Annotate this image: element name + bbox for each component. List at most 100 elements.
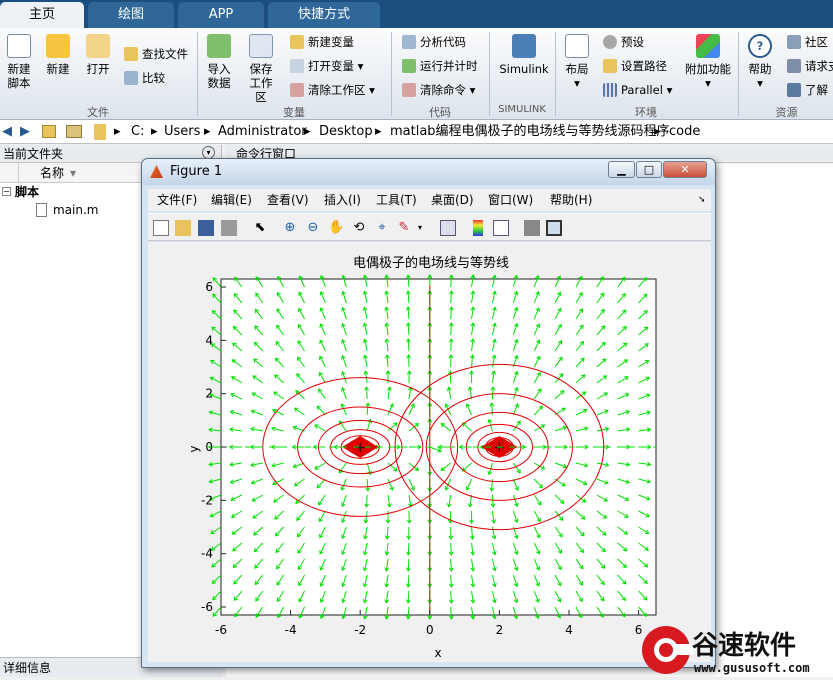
figure-title: Figure 1: [170, 164, 222, 179]
field-arrow: [212, 311, 221, 319]
legend-icon[interactable]: [493, 220, 509, 236]
show-plot-tools-icon[interactable]: [546, 220, 562, 236]
save-icon[interactable]: [198, 220, 214, 236]
layout-grid-icon: [565, 34, 589, 58]
field-arrow: [451, 339, 452, 351]
preferences-label: 预设: [621, 35, 644, 49]
minimize-button[interactable]: ▁: [608, 161, 635, 178]
save-workspace-button[interactable]: 保存 工作区: [244, 34, 278, 104]
tab-home[interactable]: 主页: [0, 2, 84, 28]
menu-window[interactable]: 窗口(W): [488, 189, 533, 211]
import-arrow-icon: [207, 34, 231, 58]
hide-plot-tools-icon[interactable]: [524, 220, 540, 236]
chevron-down-icon: ▾: [682, 76, 734, 90]
name-column-header[interactable]: 名称: [40, 163, 64, 183]
open-button[interactable]: 打开: [82, 34, 114, 76]
parallel-button[interactable]: Parallel ▾: [603, 82, 672, 98]
open-variable-button[interactable]: 打开变量 ▾: [290, 58, 363, 74]
menu-edit[interactable]: 编辑(E): [211, 189, 252, 211]
figure-window[interactable]: Figure 1 ▁ □ ✕ 文件(F) 编辑(E) 查看(V) 插入(I) 工…: [141, 158, 716, 668]
find-files-button[interactable]: 查找文件: [124, 46, 188, 62]
breadcrumb-code[interactable]: code: [669, 120, 700, 144]
figure-toolbar: ⬉ ⊕ ⊖ ✋ ⟲ ⌖ ✎ ▾: [148, 213, 711, 241]
resources-group-label: 资源: [740, 104, 833, 120]
menu-insert[interactable]: 插入(I): [324, 189, 361, 211]
figure-title-bar[interactable]: Figure 1 ▁ □ ✕: [142, 159, 715, 185]
tab-plots[interactable]: 绘图: [88, 2, 174, 28]
breadcrumb-desktop[interactable]: Desktop: [319, 120, 373, 144]
menu-tools[interactable]: 工具(T): [376, 189, 417, 211]
open-label: 打开: [82, 62, 114, 76]
chevron-down-icon: ▾: [667, 83, 673, 97]
help-button[interactable]: ? 帮助 ▾: [744, 34, 776, 90]
brush-icon[interactable]: ✎: [396, 220, 412, 236]
watermark-text: 谷速软件: [692, 631, 796, 661]
learn-button[interactable]: 了解: [787, 82, 828, 98]
new-variable-button[interactable]: 新建变量: [290, 34, 354, 50]
back-arrow-icon[interactable]: ◀: [2, 120, 12, 144]
gususoft-logo-icon: 谷速软件 www.gususoft.com: [640, 624, 833, 677]
current-folder-title: 当前文件夹: [3, 147, 63, 161]
breadcrumb-administrator[interactable]: Administrator: [218, 120, 307, 144]
chart-title: 电偶极子的电场线与等势线: [353, 255, 509, 271]
maximize-button[interactable]: □: [636, 161, 662, 178]
open-file-icon[interactable]: [175, 220, 191, 236]
up-folder-icon[interactable]: [42, 125, 56, 138]
new-button[interactable]: 新建: [42, 34, 74, 76]
breadcrumb-project-folder[interactable]: matlab编程电偶极子的电场线与等势线源码程序: [390, 120, 670, 144]
sort-arrow-icon: ▾: [70, 163, 76, 183]
y-axis-label: y: [187, 445, 201, 452]
dock-arrow-icon[interactable]: ➘: [698, 189, 706, 211]
rotate-3d-icon[interactable]: ⟲: [351, 220, 367, 236]
close-button[interactable]: ✕: [663, 161, 707, 178]
zoom-in-icon[interactable]: ⊕: [282, 220, 298, 236]
data-cursor-icon[interactable]: ⌖: [374, 220, 390, 236]
analyze-code-button[interactable]: 分析代码: [402, 34, 466, 50]
community-button[interactable]: 社区: [787, 34, 828, 50]
preferences-button[interactable]: 预设: [603, 34, 644, 50]
menu-file[interactable]: 文件(F): [157, 189, 197, 211]
set-path-button[interactable]: 设置路径: [603, 58, 667, 74]
new-script-button[interactable]: 新建 脚本: [4, 34, 34, 90]
layout-button[interactable]: 布局 ▾: [562, 34, 592, 90]
browse-folder-icon[interactable]: [66, 125, 82, 138]
print-icon[interactable]: [221, 220, 237, 236]
folder-icon: [94, 124, 106, 140]
menu-desktop[interactable]: 桌面(D): [431, 189, 474, 211]
pan-hand-icon[interactable]: ✋: [328, 220, 344, 236]
simulink-button[interactable]: Simulink: [496, 34, 552, 76]
chevron-down-icon[interactable]: ▾: [412, 220, 428, 236]
addons-button[interactable]: 附加功能 ▾: [682, 34, 734, 90]
plot-svg[interactable]: 电偶极子的电场线与等势线 x y ++-6-4-202466420-2-4-6: [148, 242, 711, 662]
learn-label: 了解: [805, 83, 828, 97]
link-plot-icon[interactable]: [440, 220, 456, 236]
compare-button[interactable]: 比较: [124, 70, 165, 86]
group-divider: [738, 32, 739, 116]
breadcrumb-c[interactable]: C:: [131, 120, 144, 144]
clear-commands-button[interactable]: 清除命令 ▾: [402, 82, 475, 98]
new-figure-icon[interactable]: [153, 220, 169, 236]
breadcrumb-users[interactable]: Users: [164, 120, 200, 144]
run-and-time-button[interactable]: 运行并计时: [402, 58, 478, 74]
zoom-out-icon[interactable]: ⊖: [305, 220, 321, 236]
menu-view[interactable]: 查看(V): [267, 189, 309, 211]
tab-apps[interactable]: APP: [178, 2, 264, 28]
simulink-group-label: SIMULINK: [490, 104, 554, 115]
request-support-button[interactable]: 请求支: [787, 58, 833, 74]
collapse-icon[interactable]: −: [2, 187, 11, 196]
pointer-icon[interactable]: ⬉: [252, 220, 268, 236]
field-arrow: [212, 575, 221, 583]
forward-arrow-icon[interactable]: ▶: [20, 120, 30, 144]
gear-icon: [603, 35, 617, 49]
column-divider: [18, 163, 19, 183]
import-data-button[interactable]: 导入 数据: [204, 34, 234, 90]
field-arrow: [366, 387, 367, 399]
figure-canvas[interactable]: 电偶极子的电场线与等势线 x y ++-6-4-202466420-2-4-6: [148, 242, 711, 662]
colorbar-icon[interactable]: [473, 220, 483, 236]
current-folder-address-bar[interactable]: ◀ ▶ ▸ C: ▸ Users ▸ Administrator ▸ Deskt…: [0, 120, 833, 144]
m-file-icon: [36, 203, 47, 217]
clear-workspace-button[interactable]: 清除工作区 ▾: [290, 82, 375, 98]
menu-help[interactable]: 帮助(H): [550, 189, 592, 211]
breadcrumb-sep-icon: ▸: [654, 120, 661, 144]
tab-shortcuts[interactable]: 快捷方式: [268, 2, 380, 28]
